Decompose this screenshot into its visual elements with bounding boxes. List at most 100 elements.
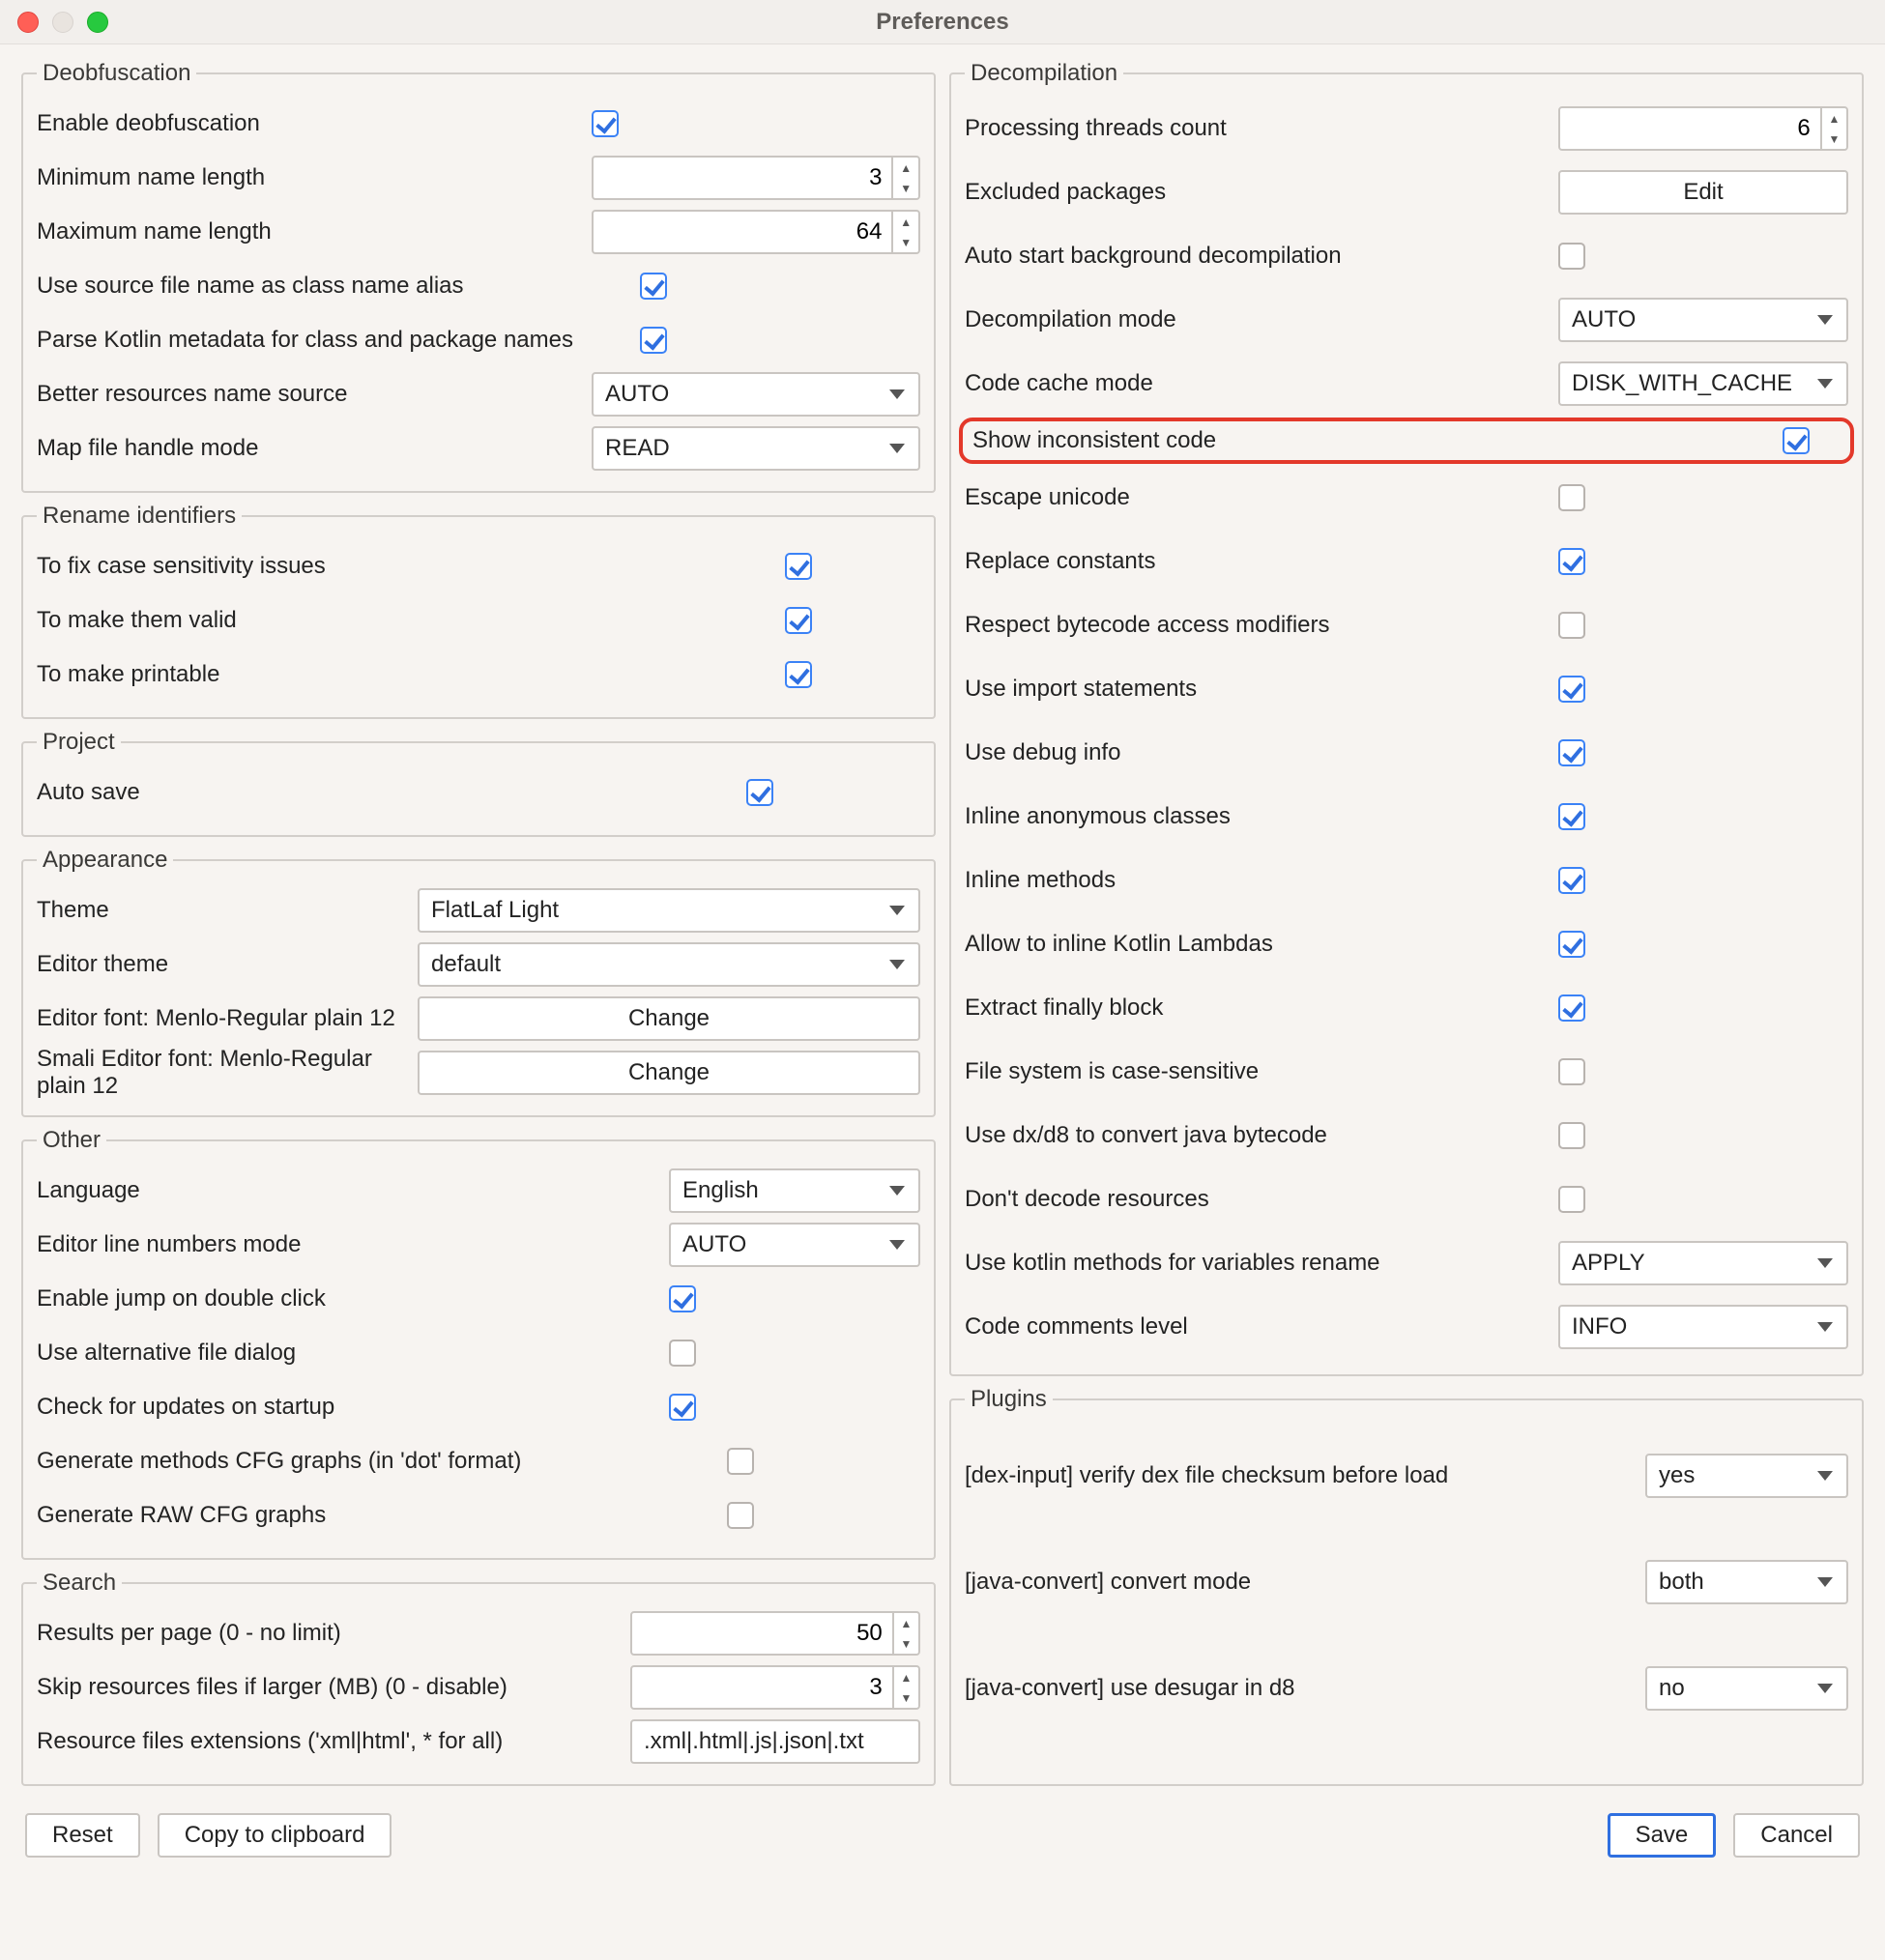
dex-input-select[interactable]: yes [1645,1454,1848,1498]
finally-checkbox[interactable] [1558,994,1585,1022]
kotlin-lambdas-checkbox[interactable] [1558,931,1585,958]
rename-printable-label: To make printable [37,661,769,688]
minimize-icon [52,12,73,33]
reset-button[interactable]: Reset [25,1813,140,1858]
desugar-select[interactable]: no [1645,1666,1848,1711]
cfg-dot-checkbox[interactable] [727,1448,754,1475]
threads-spinner[interactable]: ▲▼ [1558,106,1848,151]
editor-font-change-button[interactable]: Change [418,996,920,1041]
auto-start-checkbox[interactable] [1558,243,1585,270]
respect-bc-checkbox[interactable] [1558,612,1585,639]
desugar-label: [java-convert] use desugar in d8 [965,1675,1630,1702]
respect-bc-label: Respect bytecode access modifiers [965,612,1543,639]
rename-printable-checkbox[interactable] [785,661,812,688]
theme-label: Theme [37,897,402,924]
min-name-spinner[interactable]: ▲▼ [592,156,920,200]
replace-const-checkbox[interactable] [1558,548,1585,575]
group-appearance: Appearance Theme FlatLaf Light Editor th… [21,847,936,1117]
inconsistent-highlight: Show inconsistent code [959,418,1854,464]
save-button[interactable]: Save [1608,1813,1717,1858]
debug-info-checkbox[interactable] [1558,739,1585,766]
inline-methods-label: Inline methods [965,867,1543,894]
kotlin-rename-select[interactable]: APPLY [1558,1241,1848,1285]
autosave-checkbox[interactable] [746,779,773,806]
window-controls [17,12,108,33]
check-updates-checkbox[interactable] [669,1394,696,1421]
cache-mode-select[interactable]: DISK_WITH_CACHE [1558,361,1848,406]
cancel-button[interactable]: Cancel [1733,1813,1860,1858]
resources-src-select[interactable]: AUTO [592,372,920,417]
group-project: Project Auto save [21,729,936,837]
cfg-raw-label: Generate RAW CFG graphs [37,1502,711,1529]
dx-d8-checkbox[interactable] [1558,1122,1585,1149]
cfg-raw-checkbox[interactable] [727,1502,754,1529]
ext-input[interactable] [630,1719,920,1764]
src-alias-checkbox[interactable] [640,273,667,300]
group-plugins: Plugins [dex-input] verify dex file chec… [949,1386,1864,1786]
src-alias-label: Use source file name as class name alias [37,273,624,300]
line-numbers-label: Editor line numbers mode [37,1231,653,1258]
max-name-input[interactable] [594,212,891,252]
map-file-select[interactable]: READ [592,426,920,471]
editor-theme-label: Editor theme [37,951,402,978]
no-decode-res-label: Don't decode resources [965,1186,1543,1213]
results-spinner[interactable]: ▲▼ [630,1611,920,1656]
results-input[interactable] [632,1613,892,1654]
kotlin-meta-label: Parse Kotlin metadata for class and pack… [37,327,624,354]
inline-methods-checkbox[interactable] [1558,867,1585,894]
decomp-mode-select[interactable]: AUTO [1558,298,1848,342]
group-legend: Deobfuscation [37,60,196,87]
escape-checkbox[interactable] [1558,484,1585,511]
excluded-label: Excluded packages [965,179,1543,206]
comments-select[interactable]: INFO [1558,1305,1848,1349]
case-sensitive-label: File system is case-sensitive [965,1058,1543,1085]
excluded-edit-button[interactable]: Edit [1558,170,1848,215]
alt-dialog-checkbox[interactable] [669,1340,696,1367]
editor-theme-select[interactable]: default [418,942,920,987]
min-name-input[interactable] [594,158,891,198]
group-legend: Other [37,1127,106,1154]
language-select[interactable]: English [669,1168,920,1213]
editor-font-label: Editor font: Menlo-Regular plain 12 [37,1005,402,1032]
decomp-mode-label: Decompilation mode [965,306,1543,333]
language-label: Language [37,1177,653,1204]
ext-label: Resource files extensions ('xml|html', *… [37,1728,615,1755]
jump-dbl-label: Enable jump on double click [37,1285,653,1312]
jump-dbl-checkbox[interactable] [669,1285,696,1312]
close-icon[interactable] [17,12,39,33]
theme-select[interactable]: FlatLaf Light [418,888,920,933]
min-name-label: Minimum name length [37,164,576,191]
rename-case-checkbox[interactable] [785,553,812,580]
max-name-spinner[interactable]: ▲▼ [592,210,920,254]
enable-deobf-checkbox[interactable] [592,110,619,137]
inline-anon-checkbox[interactable] [1558,803,1585,830]
enable-deobf-label: Enable deobfuscation [37,110,576,137]
no-decode-res-checkbox[interactable] [1558,1186,1585,1213]
group-legend: Rename identifiers [37,503,242,530]
smali-font-change-button[interactable]: Change [418,1051,920,1095]
group-deobfuscation: Deobfuscation Enable deobfuscation Minim… [21,60,936,493]
rename-valid-checkbox[interactable] [785,607,812,634]
maximize-icon[interactable] [87,12,108,33]
copy-clipboard-button[interactable]: Copy to clipboard [158,1813,392,1858]
line-numbers-select[interactable]: AUTO [669,1223,920,1267]
kotlin-meta-checkbox[interactable] [640,327,667,354]
escape-label: Escape unicode [965,484,1543,511]
map-file-label: Map file handle mode [37,435,576,462]
inconsistent-label: Show inconsistent code [972,427,1767,454]
inline-anon-label: Inline anonymous classes [965,803,1543,830]
kotlin-lambdas-label: Allow to inline Kotlin Lambdas [965,931,1543,958]
convert-mode-select[interactable]: both [1645,1560,1848,1604]
comments-label: Code comments level [965,1313,1543,1340]
group-other: Other Language English Editor line numbe… [21,1127,936,1560]
skip-res-input[interactable] [632,1667,892,1708]
rename-case-label: To fix case sensitivity issues [37,553,769,580]
group-rename: Rename identifiers To fix case sensitivi… [21,503,936,719]
use-import-checkbox[interactable] [1558,676,1585,703]
threads-input[interactable] [1560,108,1820,149]
case-sensitive-checkbox[interactable] [1558,1058,1585,1085]
inconsistent-checkbox[interactable] [1783,427,1810,454]
skip-res-label: Skip resources files if larger (MB) (0 -… [37,1674,615,1701]
skip-res-spinner[interactable]: ▲▼ [630,1665,920,1710]
dx-d8-label: Use dx/d8 to convert java bytecode [965,1122,1543,1149]
